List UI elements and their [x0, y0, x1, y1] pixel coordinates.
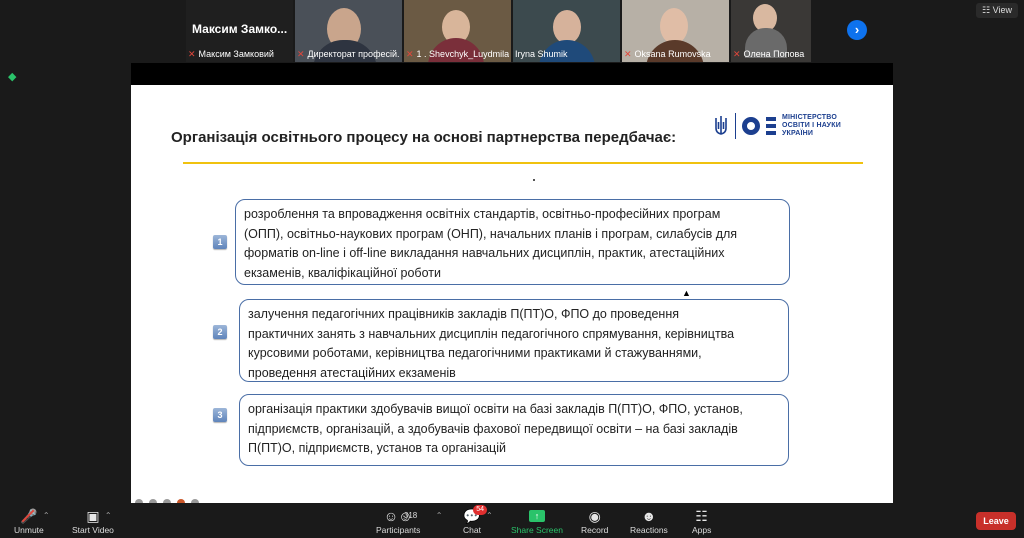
record-label: Record	[581, 525, 609, 535]
caret-up-icon[interactable]: ⌃	[105, 507, 112, 525]
participant-label: ✕ 1 . Shevchyk_Luydmila	[406, 48, 509, 60]
participant-video	[553, 10, 581, 44]
logo-separator	[735, 113, 736, 139]
list-item: організація практики здобувачів вищої ос…	[239, 394, 789, 466]
slide-top-bar	[131, 63, 893, 85]
chat-badge: 54	[473, 505, 488, 515]
record-button[interactable]: ◉ Record	[581, 507, 608, 535]
gallery-next-button[interactable]: ›	[847, 20, 867, 40]
participant-label: ✕ Максим Замковий	[188, 48, 291, 60]
unmute-label: Unmute	[14, 525, 44, 535]
chevron-right-icon: ›	[854, 22, 860, 37]
participant-name: Oksana Rumovska	[634, 49, 711, 59]
caret-up-icon[interactable]: ⌃	[436, 507, 443, 525]
item-text-line: організація практики здобувачів вищої ос…	[248, 402, 743, 416]
logo-text-line: УКРАЇНИ	[782, 130, 814, 137]
participant-display-name: Максим Замко...	[192, 22, 288, 36]
participant-label: ✕ Директорат професій...	[297, 48, 400, 60]
participant-name: Директорат професій...	[307, 49, 400, 59]
caret-up-icon[interactable]: ⌃	[43, 507, 50, 525]
item-text-line: проведення атестаційних екзаменів	[248, 365, 456, 380]
shield-icon[interactable]: ◆	[8, 70, 20, 83]
item-text-line: курсовими роботами, керівництва педагогі…	[248, 346, 702, 360]
unmute-button[interactable]: 🎤⌃ Unmute	[14, 507, 50, 535]
record-icon: ◉	[588, 508, 601, 524]
reactions-button[interactable]: ☻ Reactions	[630, 507, 668, 535]
view-label: View	[992, 5, 1012, 15]
video-tile[interactable]: ✕ Oksana Rumovska	[622, 0, 729, 62]
meeting-toolbar: 🎤⌃ Unmute ▣⌃ Start Video ☺☺318⌃ Particip…	[0, 503, 1024, 538]
logo-text-line: ОСВІТИ І НАУКИ	[782, 122, 841, 129]
video-gallery: Максим Замко... ✕ Максим Замковий ✕ Дире…	[186, 0, 811, 62]
apps-button[interactable]: ☷ Apps	[692, 507, 711, 535]
apps-icon: ☷	[695, 508, 708, 524]
start-video-button[interactable]: ▣ ⌃ Start Video	[72, 507, 114, 535]
mic-muted-icon: ✕	[188, 48, 196, 59]
ministry-logo: МІНІСТЕРСТВО ОСВІТИ І НАУКИ УКРАЇНИ	[713, 113, 841, 139]
logo-bars	[766, 117, 776, 135]
item-number: 1	[213, 235, 227, 249]
view-button[interactable]: ☷ View	[976, 3, 1018, 18]
slide-dot	[533, 179, 535, 181]
item-text-line: залучення педагогічних працівників закла…	[248, 307, 680, 321]
start-video-label: Start Video	[72, 525, 114, 535]
item-text-line: (ОПП), освітньо-наукових програм (ОНП), …	[244, 226, 738, 241]
participants-count: 318	[403, 511, 418, 520]
video-tile[interactable]: Iryna Shumik	[513, 0, 620, 62]
video-tile[interactable]: Максим Замко... ✕ Максим Замковий	[186, 0, 293, 62]
participant-label: ✕ Олена Попова	[733, 48, 809, 60]
participant-video	[660, 8, 688, 44]
mic-off-icon: 🎤⌃	[20, 507, 49, 525]
list-item: залучення педагогічних працівників закла…	[239, 299, 789, 382]
caret-up-icon[interactable]: ⌃	[486, 507, 493, 525]
item-number: 3	[213, 408, 227, 422]
participants-label: Participants	[376, 525, 421, 535]
share-screen-label: Share Screen	[511, 525, 563, 535]
item-text-line: практичних занять з навчальних дисциплін…	[248, 326, 735, 341]
chat-label: Chat	[463, 525, 481, 535]
participant-label: ✕ Oksana Rumovska	[624, 48, 727, 60]
item-number: 2	[213, 325, 227, 339]
share-screen-button[interactable]: ↑ Share Screen	[511, 507, 563, 535]
smiley-icon: ☻	[641, 508, 657, 524]
logo-text: МІНІСТЕРСТВО ОСВІТИ І НАУКИ УКРАЇНИ	[782, 114, 841, 138]
mouse-cursor-icon: ▲	[682, 288, 691, 298]
apps-label: Apps	[692, 525, 712, 535]
logo-circle	[742, 117, 760, 135]
participant-name: Iryna Shumik	[515, 49, 568, 59]
participants-icon: ☺☺ 318 ⌃	[383, 508, 443, 524]
grid-icon: ☷	[982, 5, 991, 15]
video-off-icon: ▣ ⌃	[86, 508, 112, 524]
video-tile[interactable]: ✕ Директорат професій...	[295, 0, 402, 62]
item-text-line: екзаменів, кваліфікаційної роботи	[244, 265, 441, 280]
mic-muted-icon: ✕	[406, 48, 414, 59]
chat-button[interactable]: 💬 54 ⌃ Chat	[463, 505, 493, 535]
list-item: розроблення та впровадження освітніх ста…	[235, 199, 790, 285]
item-text-line: підприємств, організацій, а здобувачів ф…	[248, 421, 738, 436]
item-text-line: форматів on-line і off-line викладання н…	[244, 246, 725, 260]
leave-button[interactable]: Leave	[976, 512, 1016, 530]
title-divider	[183, 162, 863, 164]
mic-muted-icon: ✕	[624, 48, 632, 59]
chat-icon: 💬 54 ⌃	[463, 505, 493, 524]
participant-name: Максим Замковий	[198, 49, 274, 59]
participants-button[interactable]: ☺☺ 318 ⌃ Participants	[376, 507, 443, 535]
mic-muted-icon: ✕	[733, 48, 741, 59]
trident-icon	[715, 116, 727, 135]
item-text-line: розроблення та впровадження освітніх ста…	[244, 207, 721, 221]
share-screen-icon: ↑	[528, 510, 545, 522]
logo-text-line: МІНІСТЕРСТВО	[782, 114, 837, 121]
video-tile[interactable]: ✕ Олена Попова	[731, 0, 811, 62]
shared-screen: Організація освітнього процесу на основі…	[131, 85, 893, 503]
video-tile[interactable]: ✕ 1 . Shevchyk_Luydmila	[404, 0, 511, 62]
participant-name: 1 . Shevchyk_Luydmila	[416, 49, 509, 59]
slide-title: Організація освітнього процесу на основі…	[171, 129, 677, 146]
participant-name: Олена Попова	[743, 49, 805, 59]
participant-label: Iryna Shumik	[515, 48, 618, 60]
reactions-label: Reactions	[630, 525, 668, 535]
item-text-line: П(ПТ)О, підприємств, установ та організа…	[248, 441, 506, 455]
mic-muted-icon: ✕	[297, 48, 305, 59]
